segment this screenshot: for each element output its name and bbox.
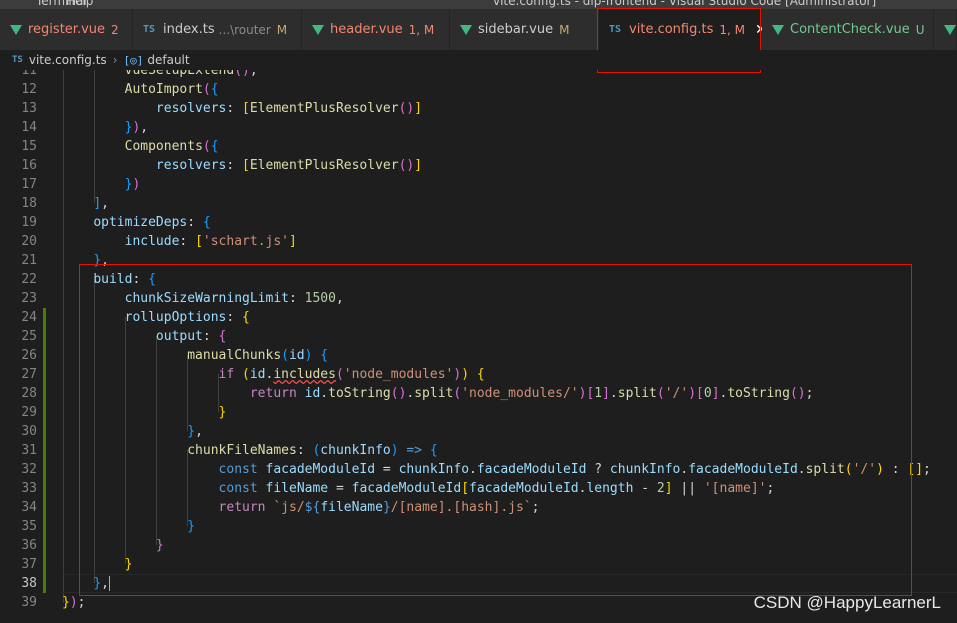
- typescript-file-icon: TS: [143, 24, 156, 35]
- breadcrumb-file[interactable]: vite.config.ts: [29, 53, 107, 67]
- code-line: 25 output: {: [21, 327, 227, 346]
- code-line: 29 }: [21, 403, 227, 422]
- code-line: 24 rollupOptions: {: [21, 308, 250, 327]
- code-line: 20 include: ['schart.js']: [21, 234, 297, 249]
- code-line: 13 resolvers: [ElementPlusResolver()]: [21, 101, 423, 116]
- code-line: 16 resolvers: [ElementPlusResolver()]: [21, 158, 423, 173]
- code-line: 30 },: [21, 422, 203, 441]
- tab-label: vite.config.ts: [629, 22, 714, 37]
- vue-file-icon: [772, 24, 784, 35]
- code-line: 26 manualChunks(id) {: [21, 346, 329, 365]
- tab-label: ContentCheck.vue: [790, 22, 910, 37]
- tab-status: M: [559, 22, 570, 37]
- vue-file-icon: [312, 24, 324, 35]
- code-line: 27 if (id.includes('node_modules')) {: [21, 365, 485, 384]
- menu-help[interactable]: Help: [66, 0, 93, 8]
- window-title: vite.config.ts - dip-frontend - Visual S…: [493, 0, 877, 8]
- tab-contentcheck-vue[interactable]: ContentCheck.vue U: [762, 9, 934, 50]
- code-line: 23 chunkSizeWarningLimit: 1500,: [21, 291, 344, 306]
- code-line: 12 AutoImport({: [21, 82, 219, 97]
- code-line: 38 },: [0, 574, 957, 593]
- code-line: 22 build: {: [21, 272, 156, 287]
- code-line: 21 },: [21, 253, 109, 268]
- tab-label: sidebar.vue: [478, 22, 554, 37]
- tab-label: header.vue: [330, 22, 403, 37]
- code-line: 11 vueSetupExtend(),: [21, 70, 258, 78]
- code-line: 34 return `js/${fileName}/[name].[hash].…: [21, 498, 540, 517]
- code-line: 28 return id.toString().split('node_modu…: [21, 384, 814, 403]
- code-line: 33 const fileName = facadeModuleId[facad…: [21, 479, 775, 498]
- tab-path: ...\router: [218, 22, 271, 37]
- code-line: 35 }: [21, 517, 196, 536]
- code-line: 36 }: [21, 536, 164, 555]
- tab-vite-config-ts[interactable]: TS vite.config.ts 1, M ✕: [599, 9, 767, 50]
- typescript-file-icon: TS: [609, 24, 622, 35]
- code-line: 32 const facadeModuleId = chunkInfo.faca…: [21, 460, 931, 479]
- breadcrumb-symbol[interactable]: default: [147, 53, 189, 67]
- tab-overflow[interactable]: [934, 9, 957, 50]
- tab-header-vue[interactable]: header.vue 1, M: [302, 9, 450, 50]
- tab-index-ts[interactable]: TS index.ts ...\router M: [133, 9, 302, 50]
- code-line: 31 chunkFileNames: (chunkInfo) => {: [21, 441, 438, 460]
- code-line: 17 }): [21, 177, 141, 192]
- tab-sidebar-vue[interactable]: sidebar.vue M: [450, 9, 599, 50]
- title-bar: Terminal Help vite.config.ts - dip-front…: [0, 0, 957, 9]
- code-line: 19 optimizeDeps: {: [21, 215, 211, 230]
- editor-tab-bar: register.vue 2 TS index.ts ...\router M …: [0, 9, 957, 50]
- symbol-icon: [◎]: [123, 53, 144, 67]
- code-editor[interactable]: 11 vueSetupExtend(), 12 AutoImport({ 13 …: [0, 70, 957, 623]
- vue-file-icon: [944, 24, 956, 35]
- chevron-right-icon: ›: [112, 53, 118, 67]
- tab-status: M: [276, 22, 288, 37]
- tab-label: index.ts: [163, 22, 215, 37]
- tab-status: U: [915, 22, 925, 37]
- tab-label: register.vue: [28, 22, 106, 37]
- breadcrumb: TS vite.config.ts › [◎] default: [0, 50, 957, 70]
- tab-register-vue[interactable]: register.vue 2: [0, 9, 133, 50]
- watermark: CSDN @HappyLearnerL: [753, 593, 941, 612]
- vue-file-icon: [460, 24, 472, 35]
- code-line: 37 }: [21, 555, 133, 574]
- code-line: 14 }),: [21, 120, 149, 135]
- tab-status: 1, M: [719, 22, 745, 37]
- typescript-file-icon: TS: [12, 55, 23, 65]
- tab-status: 2: [111, 22, 119, 37]
- code-line: 15 Components({: [21, 139, 219, 154]
- code-line: 18 ],: [21, 196, 109, 211]
- tab-status: 1, M: [408, 22, 435, 37]
- vue-file-icon: [10, 24, 22, 35]
